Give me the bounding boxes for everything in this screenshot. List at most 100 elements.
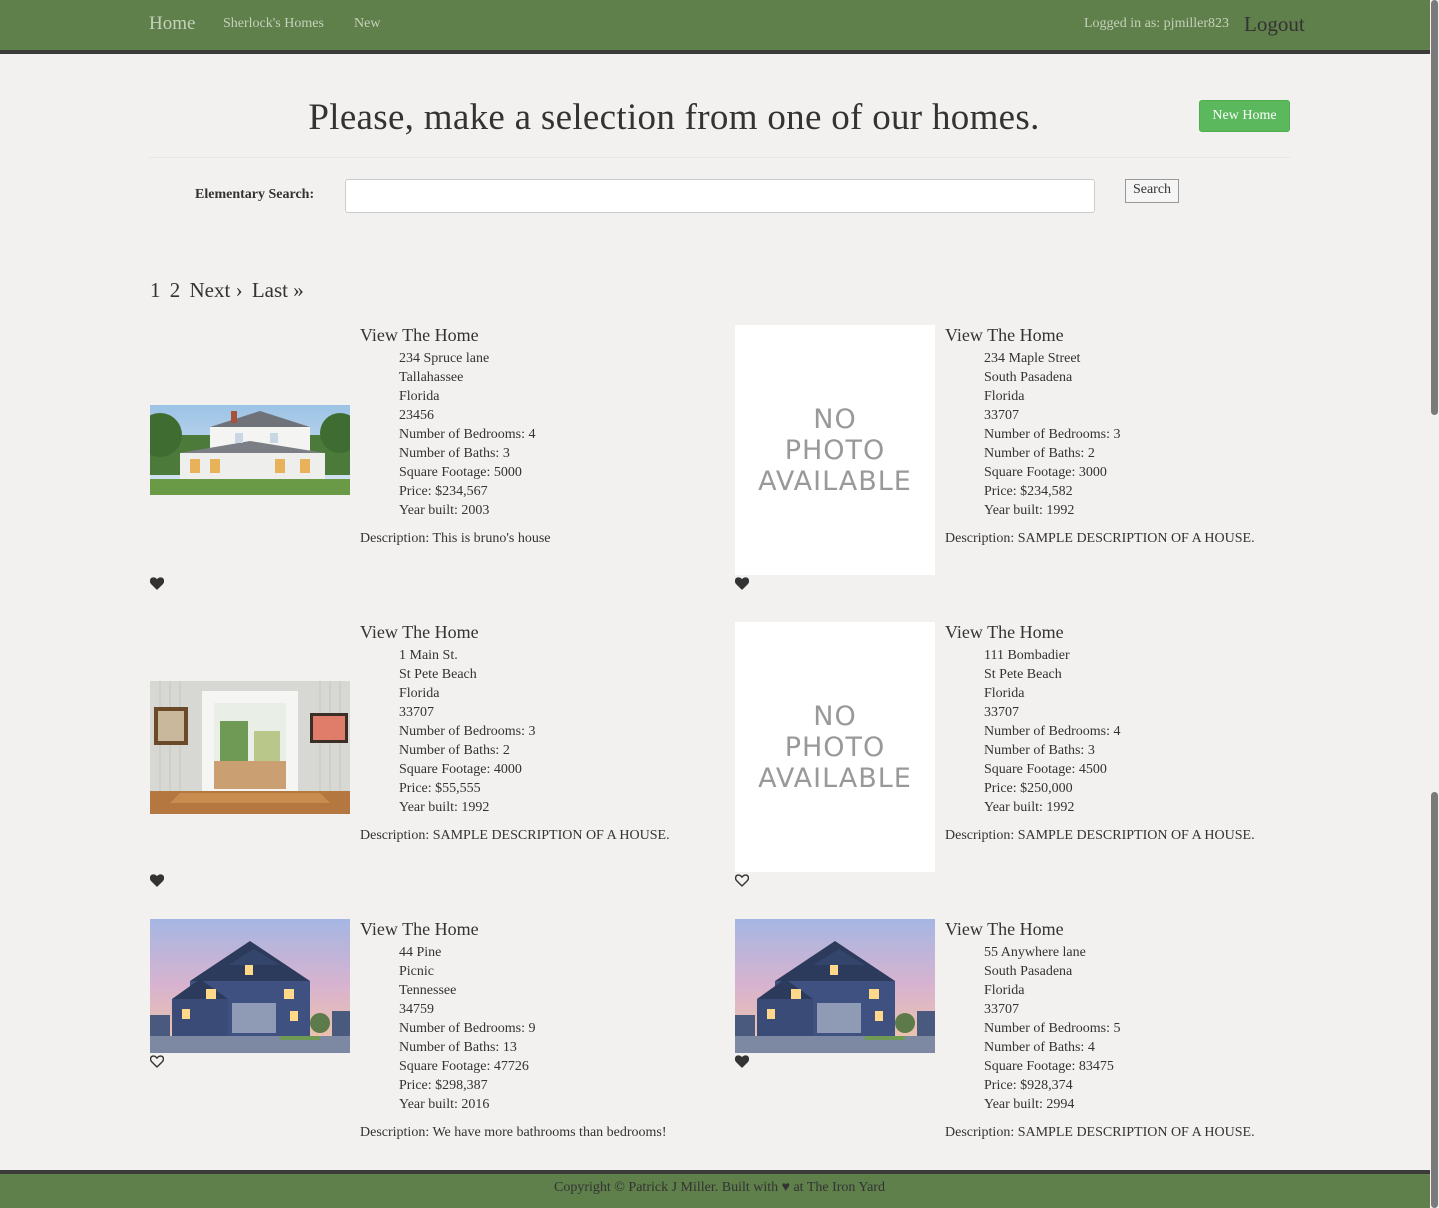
detail-line: Price: $234,567 <box>399 484 488 499</box>
detail-line: 44 Pine <box>399 945 442 960</box>
home-details: 44 Pine Picnic Tennessee 34759 Number of Bed… <box>399 943 535 1114</box>
heart-filled-icon[interactable] <box>149 874 165 887</box>
footer: Copyright © Patrick J Miller. Built with… <box>0 1170 1439 1208</box>
nav-home-link[interactable]: Home <box>149 13 195 35</box>
pagination: 1 2 Next › Last » <box>150 278 308 303</box>
scrollbar-thumb-lower[interactable] <box>1431 792 1438 1208</box>
detail-line: Year built: 1992 <box>984 800 1075 815</box>
home-photo[interactable] <box>735 919 935 1053</box>
detail-line: Florida <box>399 686 440 701</box>
detail-line: 234 Spruce lane <box>399 351 490 366</box>
divider <box>149 157 1290 158</box>
listing-card: NO PHOTO AVAILABLE View The Home 111 Bombadi… <box>734 622 1320 902</box>
page-2-link[interactable]: 2 <box>170 278 181 302</box>
home-details: 55 Anywhere lane South Pasadena Florida 337… <box>984 943 1120 1114</box>
nav-link-new[interactable]: New <box>354 16 380 32</box>
home-description: Description: SAMPLE DESCRIPTION OF A HOU… <box>945 1125 1255 1140</box>
detail-line: 33707 <box>984 1002 1019 1017</box>
detail-line: Florida <box>984 983 1025 998</box>
listing-card: NO PHOTO AVAILABLE View The Home 234 Maple S… <box>734 325 1320 605</box>
logged-in-status: Logged in as: pjmiller823 <box>1083 16 1229 31</box>
detail-line: Year built: 2003 <box>399 503 490 518</box>
detail-line: Price: $234,582 <box>984 484 1073 499</box>
view-home-link[interactable]: View The Home <box>945 325 1064 346</box>
detail-line: Number of Bedrooms: 9 <box>399 1021 536 1036</box>
detail-line: 111 Bombadier <box>984 648 1070 663</box>
view-home-link[interactable]: View The Home <box>945 919 1064 940</box>
heart-outline-icon[interactable] <box>734 874 750 887</box>
home-description: Description: SAMPLE DESCRIPTION OF A HOU… <box>945 531 1255 546</box>
listing-card: View The Home 1 Main St. St Pete Beach Flor… <box>149 622 735 902</box>
home-photo[interactable] <box>150 681 350 814</box>
detail-line: Florida <box>984 686 1025 701</box>
detail-line: Number of Bedrooms: 4 <box>984 724 1121 739</box>
detail-line: Number of Bedrooms: 5 <box>984 1021 1121 1036</box>
detail-line: Number of Baths: 3 <box>984 743 1095 758</box>
detail-line: Square Footage: 47726 <box>399 1059 529 1074</box>
detail-line: Square Footage: 4000 <box>399 762 522 777</box>
no-photo-placeholder: NO PHOTO AVAILABLE <box>735 622 935 872</box>
view-home-link[interactable]: View The Home <box>360 622 479 643</box>
detail-line: Tennessee <box>399 983 457 998</box>
detail-line: 1 Main St. <box>399 648 458 663</box>
detail-line: St Pete Beach <box>984 667 1062 682</box>
nav-link-sherlocks-homes[interactable]: Sherlock's Homes <box>223 16 324 32</box>
detail-line: 34759 <box>399 1002 434 1017</box>
detail-line: 234 Maple Street <box>984 351 1081 366</box>
home-details: 1 Main St. St Pete Beach Florida 33707 Numbe… <box>399 646 535 817</box>
logout-link[interactable]: Logout <box>1244 12 1305 37</box>
home-description: Description: SAMPLE DESCRIPTION OF A HOU… <box>945 828 1255 843</box>
search-label: Elementary Search: <box>195 187 315 202</box>
detail-line: South Pasadena <box>984 964 1073 979</box>
detail-line: Number of Baths: 3 <box>399 446 510 461</box>
detail-line: 23456 <box>399 408 434 423</box>
detail-line: Number of Bedrooms: 3 <box>984 427 1121 442</box>
detail-line: Number of Baths: 2 <box>984 446 1095 461</box>
detail-line: St Pete Beach <box>399 667 477 682</box>
last-page-link[interactable]: Last » <box>252 278 304 302</box>
detail-line: Price: $55,555 <box>399 781 481 796</box>
search-button[interactable]: Search <box>1125 179 1179 203</box>
heart-outline-icon[interactable] <box>149 1055 165 1068</box>
listing-card: View The Home 44 Pine Picnic Tennessee 34759… <box>149 919 735 1199</box>
next-page-link[interactable]: Next › <box>190 278 243 302</box>
heart-filled-icon[interactable] <box>734 577 750 590</box>
detail-line: Picnic <box>399 964 434 979</box>
view-home-link[interactable]: View The Home <box>360 325 479 346</box>
detail-line: Year built: 1992 <box>399 800 490 815</box>
new-home-button[interactable]: New Home <box>1199 100 1290 132</box>
home-description: Description: We have more bathrooms than… <box>360 1125 667 1140</box>
home-details: 234 Maple Street South Pasadena Florida 337… <box>984 349 1120 520</box>
listing-card: View The Home 234 Spruce lane Tallahassee F… <box>149 325 735 605</box>
home-photo[interactable] <box>150 919 350 1053</box>
home-photo[interactable] <box>150 405 350 495</box>
detail-line: Square Footage: 83475 <box>984 1059 1114 1074</box>
home-description: Description: This is bruno's house <box>360 531 551 546</box>
search-input[interactable] <box>345 179 1095 213</box>
heart-filled-icon[interactable] <box>149 577 165 590</box>
detail-line: 55 Anywhere lane <box>984 945 1086 960</box>
no-photo-text: NO PHOTO AVAILABLE <box>735 325 935 575</box>
detail-line: Tallahassee <box>399 370 464 385</box>
detail-line: South Pasadena <box>984 370 1073 385</box>
home-details: 111 Bombadier St Pete Beach Florida 33707 Nu… <box>984 646 1120 817</box>
detail-line: Number of Baths: 13 <box>399 1040 517 1055</box>
detail-line: Square Footage: 4500 <box>984 762 1107 777</box>
scrollbar-thumb[interactable] <box>1431 0 1438 415</box>
detail-line: Year built: 2994 <box>984 1097 1075 1112</box>
view-home-link[interactable]: View The Home <box>945 622 1064 643</box>
detail-line: Florida <box>399 389 440 404</box>
detail-line: Price: $250,000 <box>984 781 1073 796</box>
detail-line: 33707 <box>984 705 1019 720</box>
detail-line: Price: $298,387 <box>399 1078 488 1093</box>
home-description: Description: SAMPLE DESCRIPTION OF A HOU… <box>360 828 670 843</box>
heart-filled-icon[interactable] <box>734 1055 750 1068</box>
detail-line: Florida <box>984 389 1025 404</box>
detail-line: Number of Bedrooms: 4 <box>399 427 536 442</box>
listing-card: View The Home 55 Anywhere lane South Pasad… <box>734 919 1320 1199</box>
top-navbar: Home Sherlock's Homes New Logged in as: … <box>0 0 1439 54</box>
page-title: Please, make a selection from one of our… <box>308 97 1040 138</box>
view-home-link[interactable]: View The Home <box>360 919 479 940</box>
detail-line: Number of Baths: 2 <box>399 743 510 758</box>
page-1-link[interactable]: 1 <box>150 278 161 302</box>
